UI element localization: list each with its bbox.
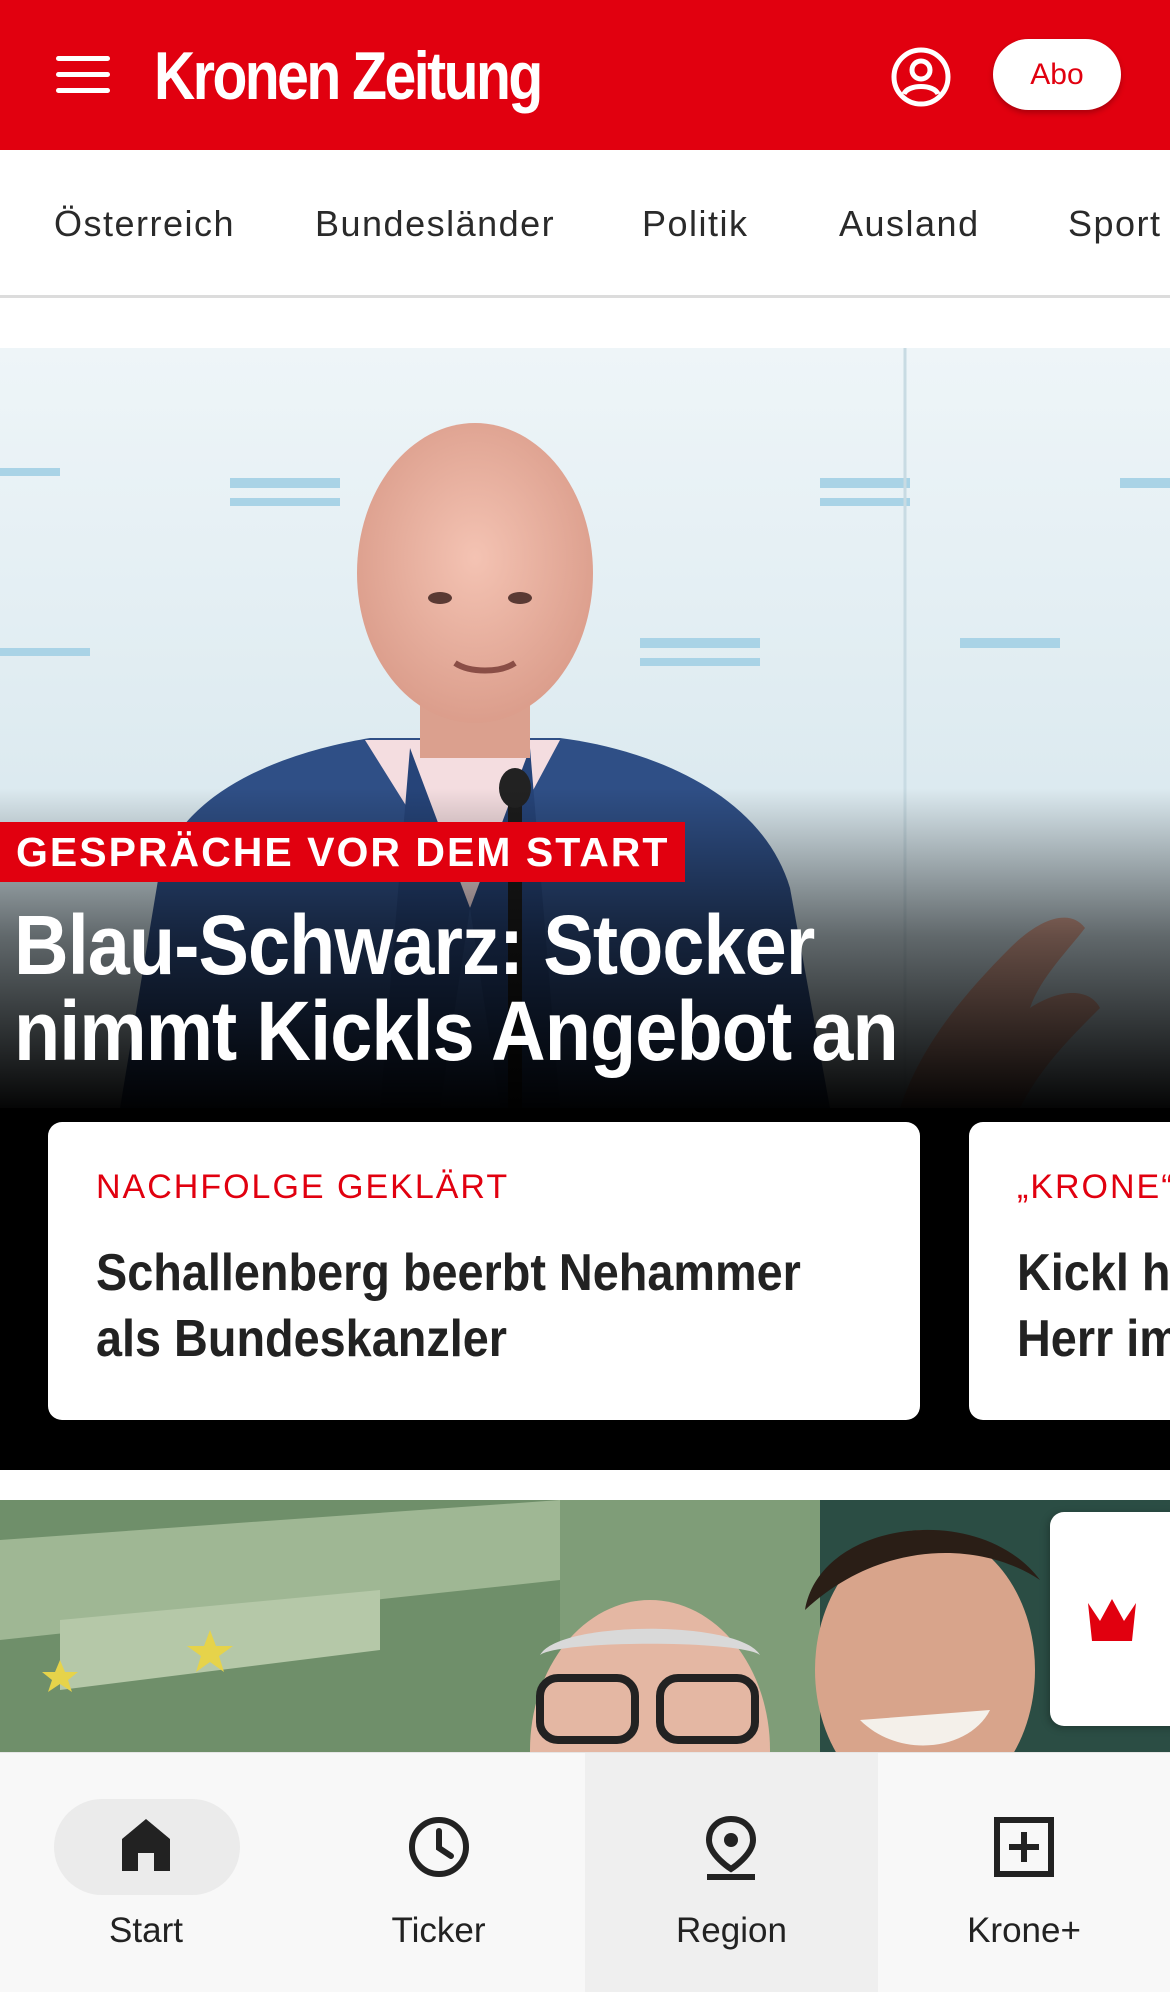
hero-headline[interactable]: Blau-Schwarz: Stocker nimmt Kickls Angeb…	[14, 902, 1040, 1074]
bottom-nav-label: Start	[109, 1911, 183, 1950]
abo-button[interactable]: Abo	[993, 39, 1121, 110]
clock-icon	[409, 1817, 469, 1877]
bottom-navigation: Start Ticker Region Krone+	[0, 1752, 1170, 1992]
bottom-nav-label: Ticker	[391, 1911, 486, 1950]
bottom-nav-krone-plus[interactable]: Krone+	[878, 1753, 1170, 1992]
teaser-photo	[0, 1500, 1170, 1752]
bottom-nav-start[interactable]: Start	[0, 1753, 292, 1992]
category-ausland[interactable]: Ausland	[839, 150, 980, 295]
krone-crown-icon	[1088, 1599, 1136, 1641]
card-headline-line: Herr im	[1017, 1310, 1170, 1368]
card-headline-line: Kickl h	[1017, 1244, 1170, 1302]
bottom-nav-label: Region	[676, 1911, 787, 1950]
bottom-nav-label: Krone+	[967, 1911, 1081, 1950]
category-politik[interactable]: Politik	[642, 150, 749, 295]
user-account-icon[interactable]	[890, 46, 952, 108]
category-oesterreich[interactable]: Österreich	[54, 150, 235, 295]
hero-kicker: GESPRÄCHE VOR DEM START	[0, 822, 686, 882]
hamburger-menu-icon[interactable]	[52, 48, 114, 102]
category-bundeslaender[interactable]: Bundesländer	[315, 150, 555, 295]
krone-plus-tab[interactable]	[1050, 1512, 1170, 1726]
card-headline-line: als Bundeskanzler	[96, 1310, 507, 1368]
category-nav: Österreich Bundesländer Politik Ausland …	[0, 150, 1170, 298]
story-teaser-image[interactable]	[0, 1500, 1170, 1752]
bottom-nav-ticker[interactable]: Ticker	[292, 1753, 585, 1992]
kronen-zeitung-logo[interactable]: Kronen Zeitung	[154, 36, 543, 116]
related-story-card[interactable]: NACHFOLGE GEKLÄRT Schallenberg beerbt Ne…	[48, 1122, 920, 1420]
card-kicker: „KRONE“	[1017, 1168, 1170, 1206]
plus-box-icon	[994, 1817, 1054, 1877]
card-headline-line: Schallenberg beerbt Nehammer	[96, 1244, 801, 1302]
home-icon	[122, 1819, 170, 1871]
card-headline: Kickl h Herr im	[1017, 1240, 1170, 1372]
related-story-card[interactable]: „KRONE“ Kickl h Herr im	[969, 1122, 1170, 1420]
bottom-nav-region[interactable]: Region	[585, 1753, 878, 1992]
top-app-bar: Kronen Zeitung Abo	[0, 0, 1170, 150]
category-sport[interactable]: Sport	[1068, 150, 1162, 295]
card-headline: Schallenberg beerbt Nehammer als Bundesk…	[96, 1240, 816, 1372]
card-kicker: NACHFOLGE GEKLÄRT	[96, 1168, 510, 1206]
location-pin-icon	[705, 1815, 757, 1880]
hero-story[interactable]: GESPRÄCHE VOR DEM START Blau-Schwarz: St…	[0, 348, 1170, 1470]
